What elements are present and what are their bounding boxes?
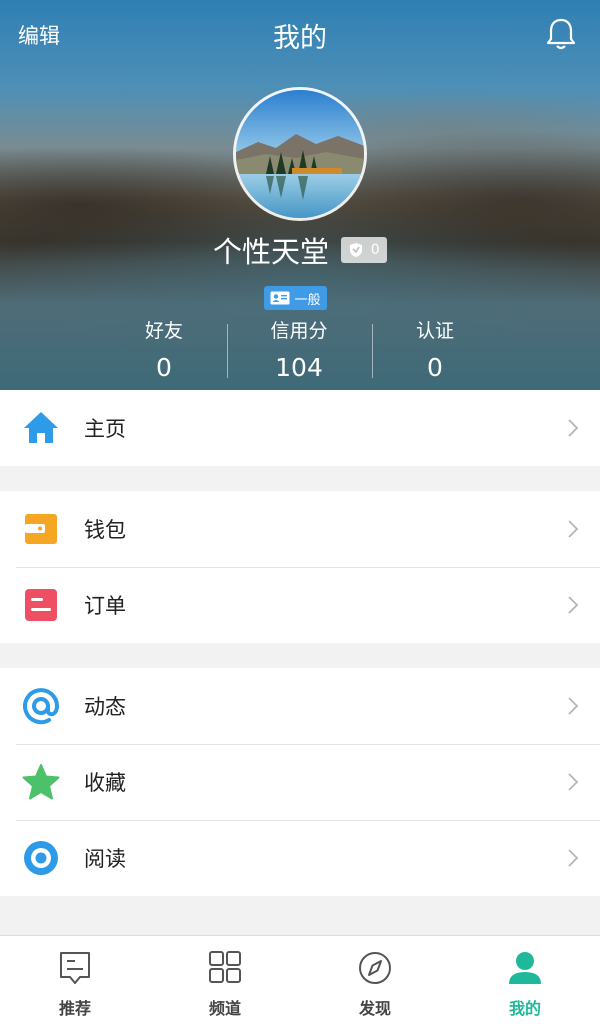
menu-item-home[interactable]: 主页 <box>0 390 600 466</box>
verify-count: 0 <box>370 242 380 258</box>
user-icon <box>509 952 541 984</box>
verify-badge[interactable]: 0 <box>341 237 387 263</box>
profile-header: 编辑 我的 个性天堂 0 一般 好友 0 信用分 104 认证 0 <box>0 0 600 390</box>
username-row: 个性天堂 0 <box>0 230 600 270</box>
stat-friends[interactable]: 好友 0 <box>94 316 234 382</box>
menu-item-favorites[interactable]: 收藏 <box>0 744 600 820</box>
stat-certification[interactable]: 认证 0 <box>365 316 505 382</box>
menu-label: 收藏 <box>84 771 126 795</box>
eye-icon <box>24 841 58 875</box>
tab-recommend[interactable]: 推荐 <box>0 936 150 1024</box>
chevron-right-icon <box>568 596 579 614</box>
page-title: 我的 <box>273 23 327 54</box>
stat-value: 0 <box>156 353 172 382</box>
chevron-right-icon <box>568 520 579 538</box>
order-icon <box>25 589 57 621</box>
stat-credit-score[interactable]: 信用分 104 <box>229 316 369 382</box>
stat-label: 认证 <box>415 320 454 342</box>
menu-label: 阅读 <box>84 847 126 871</box>
stat-value: 0 <box>427 353 443 382</box>
tab-discover[interactable]: 发现 <box>300 936 450 1024</box>
wallet-icon <box>25 514 57 544</box>
recommend-icon <box>60 952 90 984</box>
top-bar: 编辑 我的 <box>0 0 600 72</box>
stats-row: 好友 0 信用分 104 认证 0 <box>0 316 600 382</box>
menu-label: 主页 <box>84 417 126 441</box>
bottom-tab-bar: 推荐 频道 发现 我的 <box>0 935 600 1024</box>
menu-group-home: 主页 <box>0 390 600 466</box>
menu-group-social: 动态 收藏 阅读 <box>0 668 600 896</box>
star-icon <box>22 764 60 800</box>
tab-label: 推荐 <box>58 999 91 1018</box>
menu-label: 订单 <box>84 594 126 618</box>
compass-icon <box>359 952 391 984</box>
level-badge: 一般 <box>264 286 327 310</box>
username: 个性天堂 <box>212 235 329 269</box>
chevron-right-icon <box>568 849 579 867</box>
menu-item-activity[interactable]: 动态 <box>0 668 600 744</box>
home-icon <box>24 412 58 443</box>
chevron-right-icon <box>568 773 579 791</box>
menu-label: 钱包 <box>84 518 126 542</box>
chevron-right-icon <box>568 419 579 437</box>
avatar-landscape-image <box>236 90 364 218</box>
tab-channels[interactable]: 频道 <box>150 936 300 1024</box>
level-label: 一般 <box>294 292 321 308</box>
tab-label: 我的 <box>508 999 541 1018</box>
shield-icon <box>350 243 363 257</box>
bell-icon[interactable] <box>543 16 579 52</box>
at-icon <box>23 688 60 725</box>
menu-item-wallet[interactable]: 钱包 <box>0 491 600 567</box>
stat-divider <box>227 324 228 378</box>
profile-screen: 编辑 我的 个性天堂 0 一般 好友 0 信用分 104 认证 0 主页 钱包 … <box>0 0 600 1024</box>
id-card-icon <box>270 291 290 305</box>
menu-label: 动态 <box>84 695 126 719</box>
menu-item-orders[interactable]: 订单 <box>0 567 600 643</box>
stat-label: 好友 <box>144 320 183 342</box>
stat-value: 104 <box>275 353 323 382</box>
avatar[interactable] <box>233 87 367 221</box>
grid-icon <box>209 951 241 983</box>
menu-group-finance: 钱包 订单 <box>0 491 600 643</box>
stat-label: 信用分 <box>270 320 328 342</box>
menu-item-reading[interactable]: 阅读 <box>0 820 600 896</box>
chevron-right-icon <box>568 697 579 715</box>
tab-label: 频道 <box>208 999 241 1018</box>
tab-label: 发现 <box>358 999 391 1018</box>
tab-mine[interactable]: 我的 <box>450 936 600 1024</box>
